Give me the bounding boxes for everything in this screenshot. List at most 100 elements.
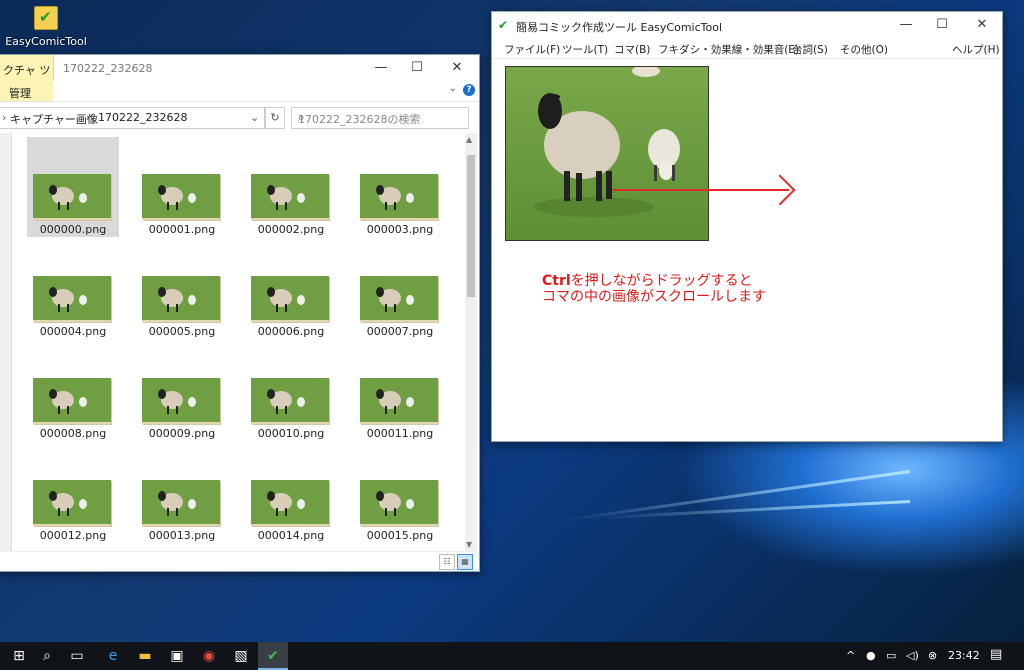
menu-file[interactable]: ファイル(F) <box>504 42 560 57</box>
image-thumbnail <box>360 480 438 526</box>
file-name: 000003.png <box>366 223 434 236</box>
image-thumbnail <box>33 276 111 322</box>
breadcrumb-item[interactable]: キャプチャー画像 <box>10 111 98 127</box>
instruction-note: Ctrlを押しながらドラッグすると コマの中の画像がスクロールします <box>542 273 766 305</box>
file-item[interactable]: 000001.png <box>136 137 228 237</box>
image-thumbnail <box>33 480 111 526</box>
search-icon[interactable]: ⌕ <box>32 642 62 670</box>
file-explorer-window: クチャ ツール 170222_232628 — ☐ ✕ 管理 ⌄ ? › キャプ… <box>0 54 480 572</box>
microphone-icon[interactable]: ● <box>866 649 876 662</box>
image-thumbnail <box>251 480 329 526</box>
minimize-button[interactable]: — <box>888 12 924 38</box>
file-item[interactable]: 000013.png <box>136 443 228 543</box>
start-windows-icon[interactable]: ⊞ <box>4 642 34 670</box>
file-name: 000008.png <box>39 427 107 440</box>
file-item[interactable]: 000004.png <box>27 239 119 339</box>
file-name: 000000.png <box>39 223 107 236</box>
file-item[interactable]: 000010.png <box>245 341 337 441</box>
volume-icon[interactable]: ◁) <box>906 649 919 662</box>
image-thumbnail <box>142 378 220 424</box>
file-name: 000012.png <box>39 529 107 542</box>
drag-arrow <box>613 189 789 191</box>
chrome-icon[interactable]: ◉ <box>194 642 224 670</box>
light-beam <box>563 470 911 522</box>
menu-dialogue[interactable]: 台詞(S) <box>792 42 828 57</box>
file-explorer-icon[interactable]: ▬ <box>130 642 160 670</box>
search-input[interactable]: 170222_232628の検索 ⌕ <box>291 107 469 129</box>
ribbon-tab-manage[interactable]: 管理 <box>0 81 53 101</box>
easycomictool-window: ✔ 簡易コミック作成ツール EasyComicTool — ☐ ✕ ファイル(F… <box>491 11 1003 442</box>
clock[interactable]: 23:42 <box>948 649 980 662</box>
menu-other[interactable]: その他(O) <box>840 42 888 57</box>
file-name: 000014.png <box>257 529 325 542</box>
app-check-icon: ✔ <box>498 18 509 32</box>
menu-balloon-effects[interactable]: フキダシ・効果線・効果音(E) <box>658 42 799 57</box>
chevron-down-icon[interactable]: ⌄ <box>449 83 457 94</box>
image-thumbnail <box>33 378 111 424</box>
note-text-1: を押しながらドラッグすると <box>570 273 753 289</box>
help-icon[interactable]: ? <box>463 84 475 96</box>
ect-title-bar: ✔ 簡易コミック作成ツール EasyComicTool — ☐ ✕ <box>492 12 1002 38</box>
refresh-button[interactable]: ↻ <box>265 107 285 129</box>
address-bar[interactable]: › キャプチャー画像 › 170222_232628 ⌄ <box>0 107 265 129</box>
file-name: 000005.png <box>148 325 216 338</box>
scrollbar-thumb[interactable] <box>467 155 475 297</box>
details-view-icon[interactable]: ☷ <box>439 554 455 570</box>
photos-icon[interactable]: ▧ <box>226 642 256 670</box>
menu-panel[interactable]: コマ(B) <box>614 42 650 57</box>
image-thumbnail <box>33 174 111 220</box>
file-name: 000002.png <box>257 223 325 236</box>
maximize-button[interactable]: ☐ <box>399 55 435 81</box>
file-item[interactable]: 000014.png <box>245 443 337 543</box>
image-thumbnail <box>360 174 438 220</box>
ribbon-tab-picture-tools[interactable]: クチャ ツール <box>0 55 54 93</box>
file-item[interactable]: 000008.png <box>27 341 119 441</box>
close-button[interactable]: ✕ <box>964 12 1000 38</box>
file-item[interactable]: 000009.png <box>136 341 228 441</box>
easycomictool-taskbar-icon[interactable]: ✔ <box>258 642 288 670</box>
file-item[interactable]: 000011.png <box>354 341 446 441</box>
chevron-down-icon[interactable]: ⌄ <box>250 111 259 124</box>
desktop-shortcut-easycomictool[interactable]: ✔ EasyComicTool <box>4 6 88 48</box>
file-name: 000009.png <box>148 427 216 440</box>
close-circle-icon[interactable]: ⊗ <box>928 649 937 662</box>
image-thumbnail <box>360 378 438 424</box>
file-item[interactable]: 000000.png <box>27 137 119 237</box>
network-icon[interactable]: ▭ <box>886 649 896 662</box>
close-button[interactable]: ✕ <box>439 55 475 81</box>
menu-tool[interactable]: ツール(T) <box>562 42 608 57</box>
image-thumbnail <box>142 174 220 220</box>
action-center-icon[interactable]: ▤ <box>990 647 1002 662</box>
show-hidden-icons-chevron-icon[interactable]: ^ <box>846 649 855 662</box>
file-item[interactable]: 000015.png <box>354 443 446 543</box>
file-name: 000011.png <box>366 427 434 440</box>
arrow-head-icon <box>764 174 796 206</box>
status-bar: ☷ ▦ <box>0 551 479 572</box>
comic-panel[interactable] <box>505 66 709 241</box>
large-icons-view-icon[interactable]: ▦ <box>457 554 473 570</box>
file-name: 000004.png <box>39 325 107 338</box>
note-key: Ctrl <box>542 273 571 289</box>
minimize-button[interactable]: — <box>363 55 399 81</box>
file-item[interactable]: 000003.png <box>354 137 446 237</box>
maximize-button[interactable]: ☐ <box>924 12 960 38</box>
file-name: 000015.png <box>366 529 434 542</box>
scroll-up-icon[interactable]: ▲ <box>466 135 472 144</box>
taskbar: ⊞ ⌕ ▭ e ▬ ▣ ◉ ▧ ✔ ^ ● ▭ ◁) ⊗ 23:42 ▤ <box>0 642 1024 670</box>
vertical-scrollbar[interactable]: ▲ ▼ <box>465 133 477 551</box>
file-item[interactable]: 000012.png <box>27 443 119 543</box>
task-view-icon[interactable]: ▭ <box>62 642 92 670</box>
file-item[interactable]: 000006.png <box>245 239 337 339</box>
image-thumbnail <box>360 276 438 322</box>
file-item[interactable]: 000007.png <box>354 239 446 339</box>
file-name: 000001.png <box>148 223 216 236</box>
scroll-down-icon[interactable]: ▼ <box>466 540 472 549</box>
breadcrumb-item[interactable]: 170222_232628 <box>98 111 187 124</box>
file-grid: 000000.png 000001.png 000002.png 000003.png… <box>0 133 465 551</box>
file-item[interactable]: 000005.png <box>136 239 228 339</box>
menu-help[interactable]: ヘルプ(H) <box>952 42 1000 57</box>
ribbon-sub-label: 管理 <box>9 87 31 100</box>
store-icon[interactable]: ▣ <box>162 642 192 670</box>
edge-browser-icon[interactable]: e <box>98 642 128 670</box>
file-item[interactable]: 000002.png <box>245 137 337 237</box>
